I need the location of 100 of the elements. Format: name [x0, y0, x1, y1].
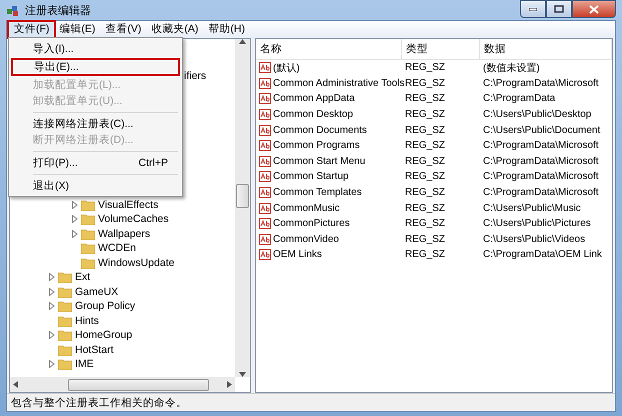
string-value-icon — [259, 187, 271, 198]
tree-item[interactable]: Ext — [75, 271, 90, 284]
value-name[interactable]: CommonPictures — [273, 218, 350, 230]
string-value-icon — [259, 124, 271, 136]
scroll-right-icon[interactable] — [227, 381, 232, 388]
value-name[interactable]: Common Startup — [273, 171, 349, 182]
expand-arrow-icon[interactable] — [72, 230, 78, 238]
tree-item[interactable]: ifiers — [184, 70, 206, 82]
string-value-icon — [259, 93, 271, 104]
tree-item[interactable]: VisualEffects — [98, 198, 158, 211]
scroll-left-icon[interactable] — [13, 381, 18, 388]
value-name[interactable]: Common AppData — [273, 93, 355, 104]
vertical-scrollbar[interactable] — [235, 39, 250, 377]
string-value-icon — [259, 109, 271, 120]
string-value-icon — [259, 234, 271, 245]
expand-arrow-icon[interactable] — [49, 273, 55, 282]
value-name[interactable]: Common Administrative Tools — [273, 78, 405, 89]
table-cell-text: REG_SZ — [404, 232, 446, 247]
tree-item[interactable]: HomeGroup — [75, 329, 132, 342]
tree-item[interactable]: Group Policy — [75, 300, 136, 312]
scroll-thumb[interactable] — [236, 184, 249, 208]
expand-arrow-icon[interactable] — [49, 302, 55, 310]
menu-item[interactable]: 查看(V) — [100, 22, 146, 37]
tree-item[interactable]: IME — [75, 358, 94, 370]
column-header[interactable]: 类型 — [402, 39, 480, 60]
table-cell-text: REG_SZ — [404, 202, 446, 216]
table-cell-text: REG_SZ — [404, 108, 446, 122]
horizontal-scrollbar[interactable] — [10, 377, 235, 392]
value-name[interactable]: CommonVideo — [273, 234, 339, 245]
menu-item[interactable]: 导入(I)... — [11, 40, 180, 57]
status-bar: 包含与整个注册表工作相关的命令。 — [7, 393, 615, 411]
value-name[interactable]: Common Templates — [273, 187, 362, 198]
string-value-icon — [259, 218, 271, 230]
scroll-thumb[interactable] — [68, 378, 209, 390]
menu-item[interactable]: 导出(E)... — [12, 59, 179, 75]
menu-item[interactable]: 帮助(H) — [203, 22, 250, 37]
value-name[interactable]: (默认) — [273, 60, 300, 75]
table-cell-text: C:\Users\Public\Desktop — [482, 108, 592, 122]
table-cell-text: C:\Users\Public\Document — [482, 124, 602, 138]
menu-item[interactable]: 打印(P)... Ctrl+P — [11, 155, 180, 171]
maximize-icon — [554, 5, 564, 13]
folder-icon — [58, 300, 72, 312]
value-name[interactable]: Common Desktop — [273, 109, 354, 120]
value-name[interactable]: Common Programs — [273, 140, 360, 152]
table-cell-text: C:\ProgramData\Microsoft — [482, 76, 600, 91]
value-name[interactable]: OEM Links — [273, 249, 322, 260]
menu-item[interactable]: 连接网络注册表(C)... — [11, 116, 180, 132]
table-cell-text: REG_SZ — [404, 154, 446, 169]
string-value-icon — [259, 78, 271, 89]
expand-arrow-icon[interactable] — [49, 360, 55, 368]
folder-icon — [58, 329, 72, 342]
value-name[interactable]: Common Start Menu — [273, 156, 366, 167]
close-icon — [589, 4, 599, 14]
table-cell-text: C:\Users\Public\Videos — [482, 232, 586, 247]
table-cell-text: REG_SZ — [404, 92, 446, 106]
table-cell-text: C:\ProgramData\Microsoft — [482, 154, 600, 169]
table-cell-text: C:\Users\Public\Music — [482, 202, 582, 216]
table-cell-text: REG_SZ — [404, 61, 446, 76]
table-cell-text: REG_SZ — [404, 217, 446, 232]
table-cell-text: C:\ProgramData\Microsoft — [482, 139, 600, 154]
folder-icon — [58, 358, 72, 370]
folder-icon — [81, 228, 95, 240]
string-value-icon — [259, 202, 271, 214]
value-name[interactable]: CommonMusic — [273, 202, 340, 214]
folder-icon — [58, 314, 72, 327]
minimize-icon — [529, 8, 537, 10]
folder-icon — [81, 213, 95, 226]
table-cell-text: REG_SZ — [404, 186, 446, 200]
minimize-button[interactable] — [520, 0, 546, 18]
table-cell-text: C:\ProgramData\Microsoft — [482, 186, 600, 200]
column-header[interactable]: 名称 — [256, 39, 402, 60]
tree-item[interactable]: WindowsUpdate — [98, 256, 174, 269]
expand-arrow-icon[interactable] — [49, 288, 55, 296]
column-header[interactable]: 数据 — [480, 39, 612, 60]
menu-item[interactable]: 编辑(E) — [54, 22, 100, 37]
tree-item[interactable]: VolumeCaches — [98, 213, 169, 226]
expand-arrow-icon[interactable] — [72, 215, 78, 224]
value-name[interactable]: Common Documents — [273, 124, 367, 136]
menu-item[interactable]: 收藏夹(A) — [146, 22, 204, 37]
folder-icon — [58, 286, 72, 298]
table-cell-text: C:\ProgramData — [482, 92, 556, 106]
tree-item[interactable]: GameUX — [75, 286, 118, 298]
expand-arrow-icon[interactable] — [72, 200, 78, 209]
string-value-icon — [259, 156, 271, 167]
string-value-icon — [259, 249, 271, 260]
menu-item[interactable]: 文件(F) — [9, 22, 54, 37]
menu-item[interactable]: 退出(X) — [11, 178, 180, 194]
tree-item[interactable]: HotStart — [75, 344, 114, 356]
close-button[interactable] — [572, 0, 616, 18]
scroll-down-icon[interactable] — [239, 372, 246, 377]
registry-cubes-icon — [6, 4, 20, 16]
tree-item[interactable]: Hints — [75, 314, 99, 327]
table-cell-text: C:\Users\Public\Pictures — [482, 217, 592, 232]
tree-item[interactable]: Wallpapers — [98, 228, 150, 240]
folder-icon — [58, 344, 72, 356]
expand-arrow-icon[interactable] — [49, 331, 55, 340]
tree-item[interactable]: WCDEn — [98, 242, 136, 254]
maximize-button[interactable] — [546, 0, 572, 18]
string-value-icon — [259, 62, 271, 74]
window-title: 注册表编辑器 — [25, 4, 92, 18]
